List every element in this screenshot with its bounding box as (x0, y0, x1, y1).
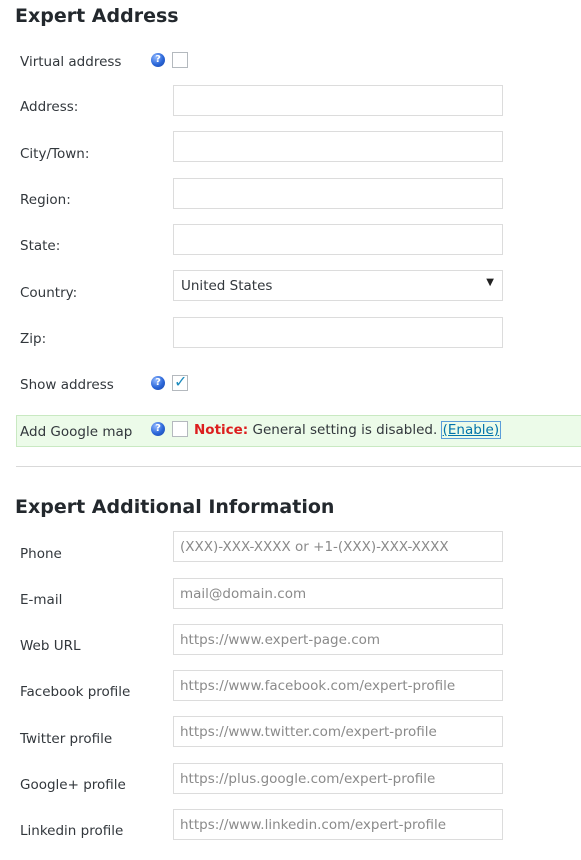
notice-message: Notice: General setting is disabled. (En… (194, 421, 502, 439)
chevron-down-icon: ▼ (486, 277, 494, 288)
state-row: State: (0, 224, 581, 256)
state-input[interactable] (173, 224, 503, 255)
zip-input[interactable] (173, 317, 503, 348)
phone-row: Phone (0, 531, 581, 563)
show-address-checkbox[interactable]: ✓ (172, 372, 188, 391)
notice-label: Notice: (194, 422, 249, 438)
help-icon[interactable]: ? (151, 53, 165, 67)
address-label: Address: (20, 99, 79, 115)
city-row: City/Town: (0, 131, 581, 163)
web-url-row: Web URL (0, 624, 581, 656)
twitter-label: Twitter profile (20, 731, 113, 747)
web-url-label: Web URL (20, 638, 81, 654)
section-divider (16, 466, 581, 467)
email-label: E-mail (20, 592, 63, 608)
linkedin-label: Linkedin profile (20, 823, 124, 839)
country-select[interactable]: United States ▼ (173, 270, 503, 301)
virtual-address-label: Virtual address (20, 54, 122, 70)
help-icon[interactable]: ? (151, 422, 165, 436)
city-input[interactable] (173, 131, 503, 162)
state-label: State: (20, 238, 61, 254)
help-icon[interactable]: ? (151, 376, 165, 390)
google-map-checkbox[interactable] (172, 421, 188, 437)
country-row: Country: United States ▼ (0, 270, 581, 302)
show-address-row: Show address ? ✓ (0, 368, 581, 400)
virtual-address-checkbox[interactable] (172, 52, 188, 68)
email-input[interactable] (173, 578, 503, 609)
linkedin-row: Linkedin profile (0, 809, 581, 841)
twitter-input[interactable] (173, 716, 503, 747)
check-icon: ✓ (174, 372, 188, 391)
facebook-row: Facebook profile (0, 670, 581, 702)
country-label: Country: (20, 285, 78, 301)
region-input[interactable] (173, 178, 503, 209)
address-section-title: Expert Address (15, 5, 179, 27)
zip-label: Zip: (20, 331, 47, 347)
linkedin-input[interactable] (173, 809, 503, 840)
twitter-row: Twitter profile (0, 716, 581, 748)
region-row: Region: (0, 178, 581, 210)
phone-input[interactable] (173, 531, 503, 562)
facebook-label: Facebook profile (20, 684, 131, 700)
google-plus-label: Google+ profile (20, 777, 126, 793)
facebook-input[interactable] (173, 670, 503, 701)
region-label: Region: (20, 192, 71, 208)
phone-label: Phone (20, 546, 62, 562)
email-row: E-mail (0, 578, 581, 610)
info-section-title: Expert Additional Information (15, 496, 335, 518)
enable-link[interactable]: (Enable) (440, 421, 502, 439)
address-input[interactable] (173, 85, 503, 116)
google-plus-input[interactable] (173, 763, 503, 794)
google-plus-row: Google+ profile (0, 763, 581, 795)
zip-row: Zip: (0, 317, 581, 349)
google-map-row: Add Google map ? Notice: General setting… (16, 415, 581, 447)
city-label: City/Town: (20, 146, 90, 162)
country-selected-value: United States (181, 278, 273, 294)
web-url-input[interactable] (173, 624, 503, 655)
show-address-label: Show address (20, 377, 114, 393)
virtual-address-row: Virtual address ? (0, 45, 581, 77)
google-map-label: Add Google map (20, 424, 133, 440)
address-row: Address: (0, 85, 581, 117)
notice-text: General setting is disabled. (252, 422, 438, 438)
